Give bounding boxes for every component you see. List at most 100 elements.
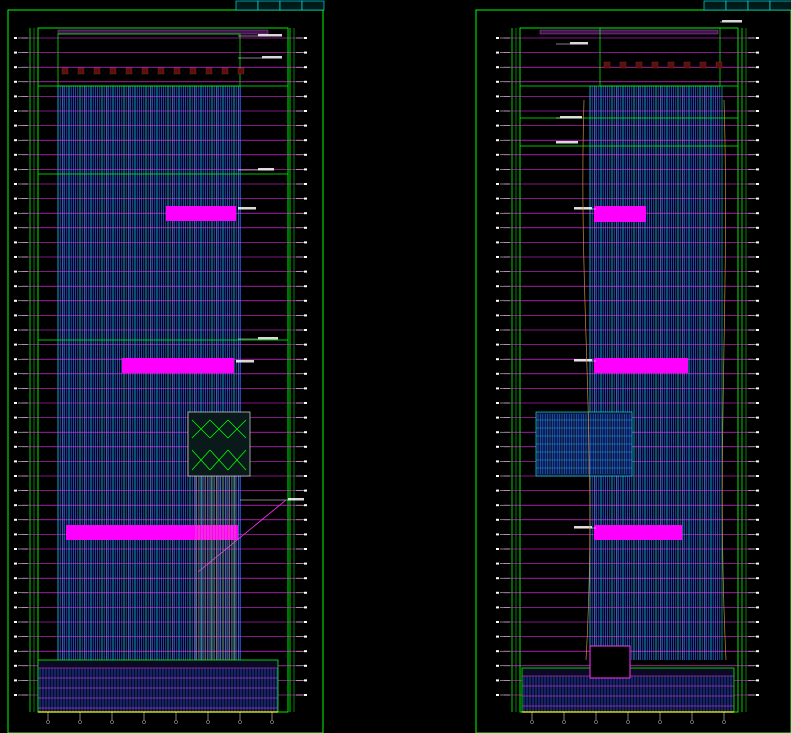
level-tag bbox=[756, 431, 759, 434]
level-tag bbox=[756, 139, 759, 142]
crown-vent bbox=[715, 61, 723, 69]
level-tag bbox=[756, 51, 759, 54]
grid-axis-bubble bbox=[110, 720, 114, 724]
level-tag bbox=[496, 139, 499, 142]
grid-axis-bubble bbox=[562, 720, 566, 724]
grid-axis-bubble bbox=[690, 720, 694, 724]
level-tag bbox=[756, 650, 759, 653]
level-tag bbox=[756, 285, 759, 288]
level-tag bbox=[756, 606, 759, 609]
crown-vent bbox=[635, 61, 643, 69]
level-tag bbox=[496, 285, 499, 288]
parapet bbox=[57, 29, 269, 35]
level-tag bbox=[14, 402, 17, 404]
level-tag bbox=[496, 212, 499, 215]
level-tag bbox=[14, 212, 17, 215]
level-tag bbox=[14, 80, 17, 83]
level-tag bbox=[304, 416, 307, 419]
level-tag bbox=[304, 124, 307, 127]
level-tag bbox=[304, 591, 307, 594]
level-tag bbox=[304, 241, 307, 244]
level-tag bbox=[304, 650, 307, 653]
crown-frame bbox=[599, 27, 721, 87]
level-tag bbox=[496, 66, 499, 69]
title-block-cell bbox=[301, 0, 325, 11]
level-tag bbox=[14, 110, 17, 112]
level-tag bbox=[14, 635, 17, 638]
level-tag bbox=[496, 51, 499, 54]
level-tag bbox=[756, 110, 759, 112]
level-tag bbox=[756, 416, 759, 419]
level-tag bbox=[14, 299, 17, 302]
grid-axis-bubble bbox=[174, 720, 178, 724]
level-tag bbox=[14, 489, 17, 492]
level-tag bbox=[304, 212, 307, 215]
crown-vent bbox=[205, 67, 213, 75]
level-tag bbox=[14, 664, 17, 667]
level-tag bbox=[756, 66, 759, 69]
level-tag bbox=[304, 226, 307, 229]
annotation-text-block bbox=[258, 34, 282, 37]
level-tag bbox=[304, 139, 307, 142]
level-tag bbox=[496, 489, 499, 492]
level-tag bbox=[14, 256, 17, 258]
level-tag bbox=[14, 694, 17, 696]
title-block-cell bbox=[257, 0, 281, 11]
level-tag bbox=[756, 445, 759, 448]
level-tag bbox=[14, 518, 17, 521]
level-tag bbox=[14, 343, 17, 346]
level-tag bbox=[14, 445, 17, 448]
level-tag bbox=[756, 475, 759, 477]
crown-vent bbox=[651, 61, 659, 69]
grid-axis-bubble bbox=[658, 720, 662, 724]
level-tag bbox=[756, 635, 759, 638]
level-tag bbox=[756, 153, 759, 156]
level-tag bbox=[756, 212, 759, 215]
crown-vent bbox=[603, 61, 611, 69]
level-tag bbox=[496, 183, 499, 185]
level-tag bbox=[304, 504, 307, 507]
refuge-floor-band bbox=[594, 358, 688, 373]
annotation-text-block bbox=[574, 359, 592, 362]
crown-vent bbox=[61, 67, 69, 75]
level-tag bbox=[756, 504, 759, 507]
level-tag bbox=[14, 504, 17, 507]
level-tag bbox=[14, 139, 17, 142]
level-tag bbox=[756, 372, 759, 375]
crown-vent bbox=[93, 67, 101, 75]
level-tag bbox=[496, 153, 499, 156]
level-tag bbox=[756, 548, 759, 550]
level-tag bbox=[756, 329, 759, 331]
level-tag bbox=[14, 314, 17, 317]
annotation-text-block bbox=[560, 116, 582, 119]
level-tag bbox=[496, 358, 499, 361]
crown-vent bbox=[109, 67, 117, 75]
grid-axis-bubble bbox=[142, 720, 146, 724]
sky-bridge-truss bbox=[187, 411, 251, 477]
level-tag bbox=[304, 183, 307, 185]
level-tag bbox=[756, 679, 759, 682]
level-tag bbox=[496, 387, 499, 390]
lobby-entrance-frame bbox=[589, 645, 631, 679]
level-tag bbox=[14, 66, 17, 69]
level-tag bbox=[496, 95, 499, 98]
level-tag bbox=[756, 621, 759, 623]
annotation-text-block bbox=[258, 168, 274, 171]
level-tag bbox=[496, 635, 499, 638]
annotation-text-block bbox=[574, 526, 592, 529]
crown-vent bbox=[77, 67, 85, 75]
level-tag bbox=[756, 694, 759, 696]
title-block-cell bbox=[769, 0, 791, 11]
level-tag bbox=[756, 314, 759, 317]
level-tag bbox=[304, 548, 307, 550]
level-tag bbox=[14, 95, 17, 98]
level-tag bbox=[496, 577, 499, 580]
level-tag bbox=[496, 679, 499, 682]
level-tag bbox=[14, 679, 17, 682]
level-tag bbox=[14, 591, 17, 594]
left-elevation-sheet bbox=[7, 0, 325, 733]
level-tag bbox=[14, 183, 17, 185]
level-tag bbox=[756, 183, 759, 185]
crown-vent bbox=[237, 67, 245, 75]
level-tag bbox=[756, 460, 759, 463]
